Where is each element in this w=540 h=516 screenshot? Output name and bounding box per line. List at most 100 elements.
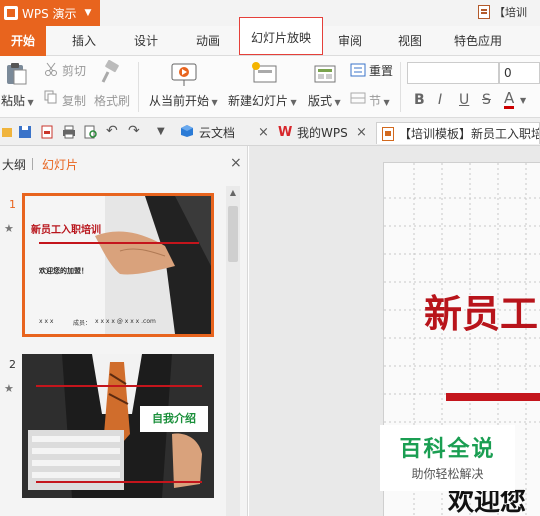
divider xyxy=(138,62,139,112)
tab-outline[interactable]: 大纲 xyxy=(2,156,26,173)
cut-button[interactable]: 剪切 xyxy=(62,62,86,79)
divider xyxy=(32,158,33,170)
format-painter-icon xyxy=(98,59,124,86)
tab-cloud-docs[interactable]: 云文档 xyxy=(199,122,235,144)
tab-training-template[interactable]: 【培训模板】新员工入职培 xyxy=(376,122,540,144)
tab-view[interactable]: 视图 xyxy=(390,26,430,56)
close-icon[interactable]: × xyxy=(230,155,242,171)
strikethrough-button[interactable]: S xyxy=(482,92,491,108)
format-painter-button[interactable]: 格式刷 xyxy=(94,92,130,109)
slide-1-red-line xyxy=(39,242,199,244)
tab-home[interactable]: 开始 xyxy=(0,26,46,56)
font-color-button[interactable]: A xyxy=(504,90,515,109)
chevron-down-icon: ▼ xyxy=(381,98,390,107)
slide-2-label: 自我介绍 xyxy=(152,412,196,425)
bold-button[interactable]: B xyxy=(414,92,425,108)
slide-1-title: 新员工入职培训 xyxy=(31,225,101,236)
copy-button[interactable]: 复制 xyxy=(62,92,86,109)
watermark: 百科全说 助你轻松解决 xyxy=(380,425,515,491)
slide-1-footer-right: x x x x @ x x x .com xyxy=(95,318,156,325)
tab-slides[interactable]: 幻灯片 xyxy=(42,156,78,173)
chevron-down-icon[interactable]: ▼ xyxy=(520,96,526,105)
new-slide-button[interactable]: 新建幻灯片 ▼ xyxy=(228,92,297,109)
italic-button[interactable]: I xyxy=(438,92,442,108)
tab-insert[interactable]: 插入 xyxy=(62,26,106,56)
tab-design[interactable]: 设计 xyxy=(124,26,168,56)
chevron-down-icon: ▼ xyxy=(332,98,341,107)
section-icon xyxy=(350,90,366,106)
paste-icon[interactable] xyxy=(5,62,27,86)
chevron-down-icon: ▼ xyxy=(209,98,218,107)
close-icon[interactable]: × xyxy=(258,122,269,144)
slide-1-footer-mid: 成员： xyxy=(73,320,92,327)
slide-number: 1 xyxy=(9,198,16,211)
wps-brand-icon: W xyxy=(278,125,292,138)
export-pdf-icon[interactable] xyxy=(40,125,54,139)
font-size-input[interactable]: 0 xyxy=(499,62,540,84)
scrollbar-thumb[interactable] xyxy=(228,206,238,262)
presentation-file-icon xyxy=(382,127,394,141)
watermark-main: 百科全说 xyxy=(399,437,496,462)
svg-text:W: W xyxy=(278,125,292,138)
app-name: WPS 演示 xyxy=(22,6,77,21)
ribbon-toolbar: 粘贴 ▼ 剪切 复制 格式刷 从当前开始 ▼ 新建幻灯片 ▼ 版式 ▼ 重置 节… xyxy=(0,56,540,118)
font-name-input[interactable] xyxy=(407,62,499,84)
document-title-text: 【培训 xyxy=(494,6,527,19)
star-icon: ★ xyxy=(4,222,14,235)
underline-button[interactable]: U xyxy=(459,92,469,108)
slide-title-text[interactable]: 新员工 xyxy=(424,283,538,338)
reset-icon xyxy=(350,62,366,78)
paste-button[interactable]: 粘贴 ▼ xyxy=(1,92,34,109)
redo-icon[interactable]: ↷ xyxy=(128,120,140,142)
thumbnail-scrollbar[interactable]: ▲ xyxy=(226,186,240,516)
quick-access-bar: ↶ ↷ ▼ 云文档 × W 我的WPS × 【培训模板】新员工入职培 xyxy=(0,118,540,146)
slide-thumbnail-panel: 大纲 幻灯片 × 1 ★ 新员工入职培训 欢迎您的加盟！ x x x 成员： x… xyxy=(0,146,248,516)
slide-1-subtitle: 欢迎您的加盟！ xyxy=(39,267,88,275)
scissors-icon xyxy=(44,62,58,76)
new-slide-label: 新建幻灯片 xyxy=(228,94,289,108)
slide-thumbnail-1[interactable]: 新员工入职培训 欢迎您的加盟！ x x x 成员： x x x x @ x x … xyxy=(22,193,214,337)
app-menu-button[interactable]: WPS 演示 ▼ xyxy=(0,0,100,26)
star-icon: ★ xyxy=(4,382,14,395)
tab-my-wps[interactable]: 我的WPS xyxy=(297,122,348,144)
self-intro-photo xyxy=(22,354,214,498)
from-current-button[interactable]: 从当前开始 ▼ xyxy=(149,92,218,109)
reset-button[interactable]: 重置 xyxy=(369,62,393,79)
document-icon xyxy=(478,5,490,19)
slide-number: 2 xyxy=(9,358,16,371)
handshake-photo xyxy=(95,196,211,334)
play-slideshow-icon xyxy=(170,60,198,88)
tab-slideshow[interactable]: 幻灯片放映 xyxy=(239,17,323,55)
tab-animation[interactable]: 动画 xyxy=(186,26,230,56)
cloud-docs-icon xyxy=(181,125,193,137)
ribbon-tab-bar: 开始 插入 设计 动画 幻灯片放映 审阅 视图 特色应用 xyxy=(0,17,540,56)
document-title: 【培训 xyxy=(478,4,527,20)
chevron-down-icon[interactable]: ▼ xyxy=(157,121,165,143)
save-icon[interactable] xyxy=(18,125,32,139)
divider xyxy=(400,62,401,112)
tab-training-template-label: 【培训模板】新员工入职培 xyxy=(399,127,540,141)
undo-icon[interactable]: ↶ xyxy=(106,120,118,142)
slide-1-footer-left: x x x xyxy=(39,318,54,325)
print-icon[interactable] xyxy=(62,125,76,139)
chevron-down-icon: ▼ xyxy=(25,98,34,107)
slide-red-divider xyxy=(446,393,540,401)
chevron-down-icon: ▼ xyxy=(84,8,92,18)
tab-special-apps[interactable]: 特色应用 xyxy=(446,26,510,56)
layout-label: 版式 xyxy=(308,94,333,108)
section-button[interactable]: 节 ▼ xyxy=(369,92,390,109)
scroll-up-icon[interactable]: ▲ xyxy=(226,186,240,200)
layout-button[interactable]: 版式 ▼ xyxy=(308,92,341,109)
close-icon[interactable]: × xyxy=(356,122,367,144)
new-slide-icon xyxy=(250,60,278,88)
watermark-sub: 助你轻松解决 xyxy=(411,467,484,481)
chevron-down-icon: ▼ xyxy=(288,98,297,107)
section-label: 节 xyxy=(369,94,382,108)
print-preview-icon[interactable] xyxy=(84,125,98,139)
paste-label: 粘贴 xyxy=(1,94,26,108)
tab-review[interactable]: 审阅 xyxy=(330,26,370,56)
layout-icon xyxy=(314,64,336,86)
open-folder-icon[interactable] xyxy=(2,125,12,139)
panel-header: 大纲 幻灯片 × xyxy=(0,146,248,180)
slide-thumbnail-2[interactable]: 自我介绍 xyxy=(22,354,214,498)
